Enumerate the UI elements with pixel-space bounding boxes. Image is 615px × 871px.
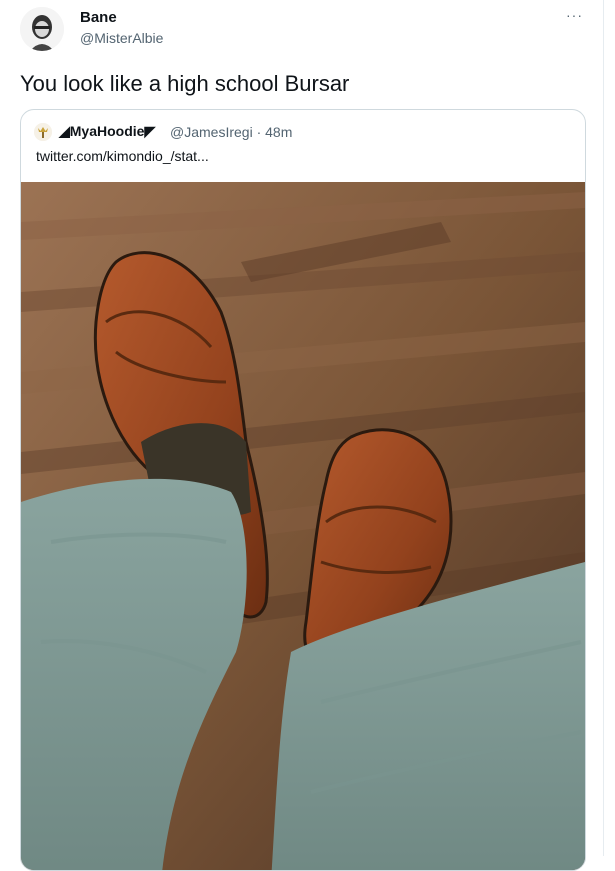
quoted-link[interactable]: twitter.com/kimondio_/stat... [36, 148, 209, 164]
shoes-photo[interactable] [21, 182, 585, 870]
quoted-author-handle[interactable]: @JamesIregi · 48m [170, 124, 292, 140]
tweet-container: Bane @MisterAlbie ··· You look like a hi… [0, 0, 604, 871]
crown-avatar-icon[interactable] [34, 123, 52, 141]
author-handle[interactable]: @MisterAlbie [80, 30, 163, 46]
quoted-tweet[interactable]: ◢MyaHoodie◤ @JamesIregi · 48m twitter.co… [20, 109, 586, 871]
author-avatar[interactable] [20, 7, 64, 51]
more-dots-icon[interactable]: ··· [566, 8, 583, 22]
tweet-text: You look like a high school Bursar [20, 71, 350, 96]
author-name[interactable]: Bane [80, 9, 117, 26]
quoted-author-name[interactable]: ◢MyaHoodie◤ [59, 123, 155, 140]
